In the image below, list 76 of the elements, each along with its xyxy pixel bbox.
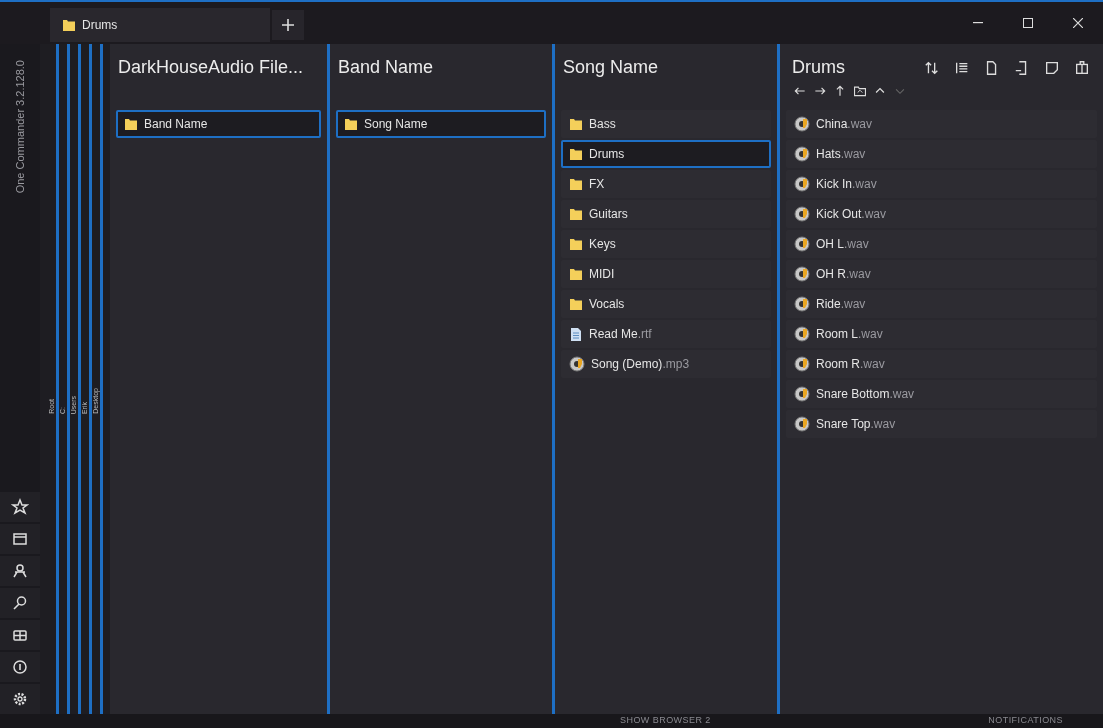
plus-icon: [281, 18, 295, 32]
folder-icon: [569, 237, 583, 251]
column-title: Band Name: [338, 56, 434, 79]
file-item[interactable]: Song (Demo).mp3: [561, 350, 771, 378]
panels-button[interactable]: [0, 620, 40, 650]
folder-icon: [344, 117, 358, 131]
file-item[interactable]: Keys: [561, 230, 771, 258]
audio-file-icon: [794, 356, 810, 372]
maximize-icon: [1023, 18, 1033, 28]
app-version-label: One Commander 3.2.128.0: [12, 60, 27, 194]
folder-icon: [569, 207, 583, 221]
file-item[interactable]: Song Name: [336, 110, 546, 138]
file-item[interactable]: Drums: [561, 140, 771, 168]
file-item[interactable]: Snare Top.wav: [786, 410, 1097, 438]
notifications-link[interactable]: NOTIFICATIONS: [988, 714, 1063, 728]
search-button[interactable]: [0, 588, 40, 618]
audio-file-icon: [794, 206, 810, 222]
file-item[interactable]: Ride.wav: [786, 290, 1097, 318]
file-item[interactable]: Snare Bottom.wav: [786, 380, 1097, 408]
close-icon: [1073, 18, 1083, 28]
file-item[interactable]: FX: [561, 170, 771, 198]
file-item[interactable]: Vocals: [561, 290, 771, 318]
file-item[interactable]: Bass: [561, 110, 771, 138]
audio-file-icon: [794, 236, 810, 252]
file-item[interactable]: Room R.wav: [786, 350, 1097, 378]
note-icon: [1044, 59, 1060, 76]
new-tab-button[interactable]: [272, 10, 304, 40]
show-browser-link[interactable]: SHOW BROWSER 2: [620, 714, 711, 728]
minimize-icon: [973, 22, 983, 24]
file-item[interactable]: Kick Out.wav: [786, 200, 1097, 228]
clipboard-icon: [1074, 59, 1090, 76]
folder-icon: [853, 84, 867, 98]
folder-icon: [569, 267, 583, 281]
settings-button[interactable]: [0, 684, 40, 714]
settings-icon: [11, 690, 29, 708]
audio-file-icon: [794, 326, 810, 342]
folder-icon: [569, 117, 583, 131]
audio-file-icon: [794, 116, 810, 132]
folder-icon: [124, 117, 138, 131]
window-button[interactable]: [0, 524, 40, 554]
star-button[interactable]: [0, 492, 40, 522]
window-icon: [11, 530, 29, 548]
audio-file-icon: [794, 146, 810, 162]
folder-icon: [569, 177, 583, 191]
audio-file-icon: [794, 296, 810, 312]
document-icon: [569, 326, 583, 342]
file-item[interactable]: China.wav: [786, 110, 1097, 138]
column-title: Drums: [792, 56, 845, 79]
file-item[interactable]: Hats.wav: [786, 140, 1097, 168]
info-icon: [11, 658, 29, 676]
column-title: Song Name: [563, 56, 659, 79]
folder-button[interactable]: [852, 83, 868, 99]
person-button[interactable]: [0, 556, 40, 586]
person-icon: [11, 562, 29, 580]
audio-file-icon: [794, 266, 810, 282]
folder-icon: [62, 18, 76, 32]
audio-file-icon: [794, 176, 810, 192]
file-item[interactable]: Guitars: [561, 200, 771, 228]
audio-file-icon: [794, 416, 810, 432]
file-item[interactable]: Band Name: [116, 110, 321, 138]
audio-file-icon: [569, 356, 585, 372]
file-item[interactable]: OH L.wav: [786, 230, 1097, 258]
column-title: DarkHouseAudio File...: [118, 56, 304, 79]
file-item[interactable]: OH R.wav: [786, 260, 1097, 288]
sort-icon: [924, 59, 940, 76]
star-icon: [11, 498, 29, 516]
file-item[interactable]: Kick In.wav: [786, 170, 1097, 198]
audio-file-icon: [794, 386, 810, 402]
folder-icon: [569, 147, 583, 161]
file-item[interactable]: Room L.wav: [786, 320, 1097, 348]
folder-icon: [569, 297, 583, 311]
search-icon: [11, 594, 29, 612]
tab[interactable]: Drums: [50, 8, 270, 42]
file-item[interactable]: MIDI: [561, 260, 771, 288]
file-item[interactable]: Read Me.rtf: [561, 320, 771, 348]
info-button[interactable]: [0, 652, 40, 682]
